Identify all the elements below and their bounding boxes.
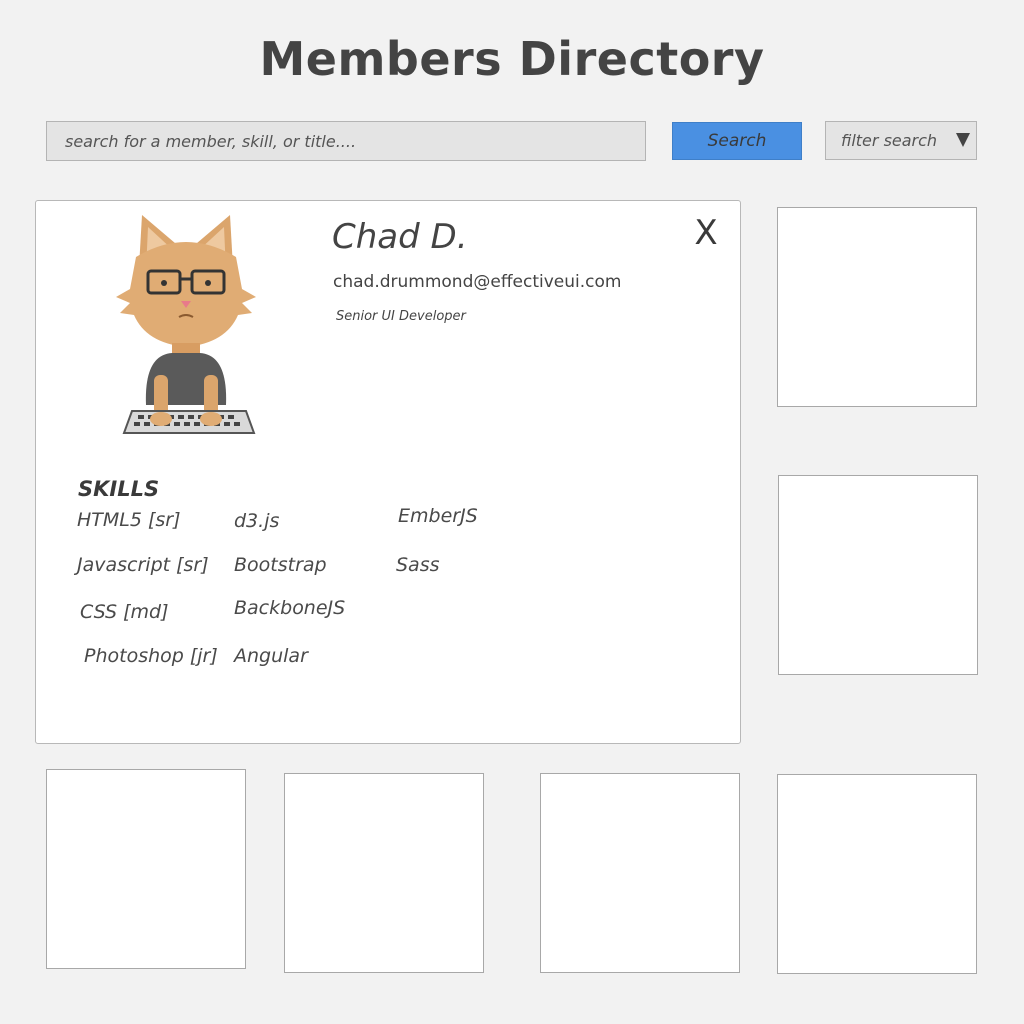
search-input[interactable] xyxy=(46,121,646,161)
skill-item: Angular xyxy=(234,645,308,667)
member-name: Chad D. xyxy=(332,217,468,257)
skills-heading: SKILLS xyxy=(78,477,160,501)
search-button[interactable]: Search xyxy=(672,122,802,160)
skill-item: EmberJS xyxy=(398,505,478,527)
member-tile[interactable] xyxy=(777,774,977,974)
skill-item: Photoshop [jr] xyxy=(84,645,218,667)
cat-developer-avatar-icon xyxy=(76,205,296,445)
member-tile[interactable] xyxy=(284,773,484,973)
skill-item: HTML5 [sr] xyxy=(77,509,181,531)
member-email: chad.drummond@effectiveui.com xyxy=(333,272,622,292)
member-profile-card: Chad D. chad.drummond@effectiveui.com Se… xyxy=(35,200,741,744)
member-tile[interactable] xyxy=(777,207,977,407)
page-title: Members Directory xyxy=(259,32,765,86)
skill-item: CSS [md] xyxy=(80,601,169,623)
skill-item: BackboneJS xyxy=(234,597,346,619)
caret-down-icon xyxy=(956,133,970,147)
skill-item: Javascript [sr] xyxy=(77,554,209,576)
skill-item: d3.js xyxy=(234,510,280,532)
filter-search-dropdown[interactable]: filter search xyxy=(825,121,977,160)
close-icon[interactable]: X xyxy=(686,211,726,255)
skill-item: Bootstrap xyxy=(234,554,327,576)
skill-item: Sass xyxy=(396,554,440,576)
filter-search-label: filter search xyxy=(841,131,938,150)
member-tile[interactable] xyxy=(778,475,978,675)
member-job-title: Senior UI Developer xyxy=(336,309,466,324)
member-tile[interactable] xyxy=(540,773,740,973)
member-tile[interactable] xyxy=(46,769,246,969)
